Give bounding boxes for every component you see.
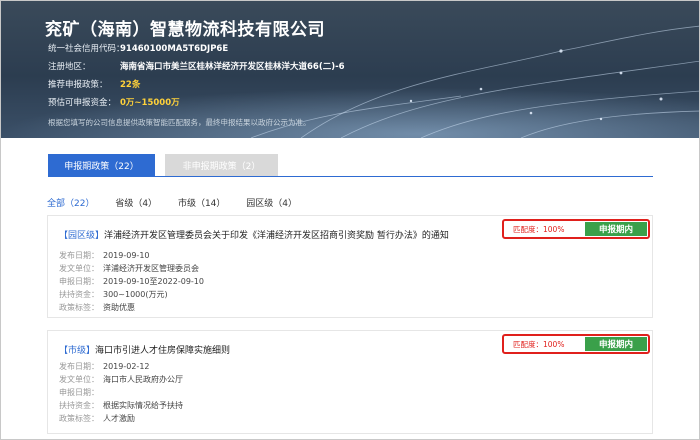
field-label: 政策标签： [59, 303, 99, 312]
match-indicator: 匹配度：100% 申报期内 [502, 219, 650, 239]
tags-row: 政策标签： 资助优惠 [59, 302, 135, 313]
funds-value: 0万~15000万 [120, 98, 180, 108]
credit-code-value: 91460100MA5T6DJP6E [120, 44, 229, 54]
field-value: 300~1000(万元) [103, 290, 168, 299]
company-banner: 兖矿（海南）智慧物流科技有限公司 统一社会信用代码：91460100MA5T6D… [1, 1, 699, 138]
field-value: 2019-09-10 [103, 251, 150, 260]
company-name: 兖矿（海南）智慧物流科技有限公司 [45, 20, 325, 40]
status-badge: 申报期内 [585, 337, 647, 351]
policy-title[interactable]: 【市级】海口市引进人才住房保障实施细则 [59, 343, 230, 356]
policy-card: 申报期政策（22） 非申报期政策（2） 全部（22） 省级（4） 市级（14） … [35, 138, 665, 439]
tags-row: 政策标签： 人才激励 [59, 413, 135, 424]
funds-label: 预估可申报资金： [48, 98, 117, 108]
match-indicator: 匹配度：100% 申报期内 [502, 334, 650, 354]
field-value: 资助优惠 [103, 303, 135, 312]
filter-park[interactable]: 园区级（4） [246, 196, 297, 209]
field-value: 根据实际情况给予扶持 [103, 401, 183, 410]
tabs-underline [48, 176, 653, 177]
policy-level-tag: 【市级】 [59, 346, 96, 356]
funds-row: 预估可申报资金： 0万~15000万 [48, 96, 180, 108]
field-label: 发文单位： [59, 375, 99, 384]
field-value: 洋浦经济开发区管理委员会 [103, 264, 199, 273]
issuer-row: 发文单位： 海口市人民政府办公厅 [59, 374, 183, 385]
field-value: 海口市人民政府办公厅 [103, 375, 183, 384]
field-value: 人才激励 [103, 414, 135, 423]
field-label: 申报日期： [59, 277, 99, 286]
page-frame: 兖矿（海南）智慧物流科技有限公司 统一社会信用代码：91460100MA5T6D… [0, 0, 700, 440]
match-percentage: 匹配度：100% [513, 340, 565, 349]
field-label: 发文单位： [59, 264, 99, 273]
filter-city[interactable]: 市级（14） [178, 196, 225, 209]
policy-title-text: 海口市引进人才住房保障实施细则 [95, 346, 231, 356]
field-label: 发布日期： [59, 251, 99, 260]
field-label: 申报日期： [59, 388, 99, 397]
field-label: 政策标签： [59, 414, 99, 423]
policies-count-label: 推荐申报政策： [48, 80, 108, 90]
policy-title-text: 洋浦经济开发区管理委员会关于印发《洋浦经济开发区招商引资奖励 暂行办法》的通知 [104, 231, 449, 241]
disclaimer-text: 根据您填写的公司信息提供政策智能匹配服务，最终申报结果以政府公示为准。 [48, 118, 311, 127]
policies-count-row: 推荐申报政策： 22条 [48, 78, 140, 90]
filter-provincial[interactable]: 省级（4） [115, 196, 157, 209]
policy-item[interactable]: 【市级】海口市引进人才住房保障实施细则 匹配度：100% 申报期内 发布日期： 2… [47, 330, 653, 434]
policies-count-value: 22条 [120, 80, 141, 90]
apply-date-row: 申报日期： 2019-09-10至2022-09-10 [59, 276, 204, 287]
funding-row: 扶持资金： 根据实际情况给予扶持 [59, 400, 183, 411]
policy-level-tag: 【园区级】 [59, 231, 105, 241]
field-value: 2019-02-12 [103, 362, 150, 371]
publish-date-row: 发布日期： 2019-02-12 [59, 361, 150, 372]
field-label: 发布日期： [59, 362, 99, 371]
address-row: 注册地区： 海南省海口市美兰区桂林洋经济开发区桂林洋大道66(二)-6 [48, 60, 345, 72]
credit-code-row: 统一社会信用代码：91460100MA5T6DJP6E [48, 42, 228, 54]
policy-title[interactable]: 【园区级】洋浦经济开发区管理委员会关于印发《洋浦经济开发区招商引资奖励 暂行办法… [59, 228, 449, 241]
match-percentage: 匹配度：100% [513, 225, 565, 234]
credit-code-label: 统一社会信用代码： [48, 44, 125, 54]
filter-all[interactable]: 全部（22） [47, 196, 94, 209]
tab-in-period[interactable]: 申报期政策（22） [48, 154, 155, 176]
address-label: 注册地区： [48, 62, 91, 72]
field-label: 扶持资金： [59, 401, 99, 410]
publish-date-row: 发布日期： 2019-09-10 [59, 250, 150, 261]
apply-date-row: 申报日期： [59, 387, 103, 398]
tab-out-of-period[interactable]: 非申报期政策（2） [165, 154, 278, 176]
level-filters: 全部（22） 省级（4） 市级（14） 园区级（4） [47, 196, 315, 209]
field-value: 2019-09-10至2022-09-10 [103, 277, 204, 286]
funding-row: 扶持资金： 300~1000(万元) [59, 289, 168, 300]
policy-item[interactable]: 【园区级】洋浦经济开发区管理委员会关于印发《洋浦经济开发区招商引资奖励 暂行办法… [47, 215, 653, 318]
address-value: 海南省海口市美兰区桂林洋经济开发区桂林洋大道66(二)-6 [120, 62, 345, 72]
field-label: 扶持资金： [59, 290, 99, 299]
status-badge: 申报期内 [585, 222, 647, 236]
issuer-row: 发文单位： 洋浦经济开发区管理委员会 [59, 263, 199, 274]
